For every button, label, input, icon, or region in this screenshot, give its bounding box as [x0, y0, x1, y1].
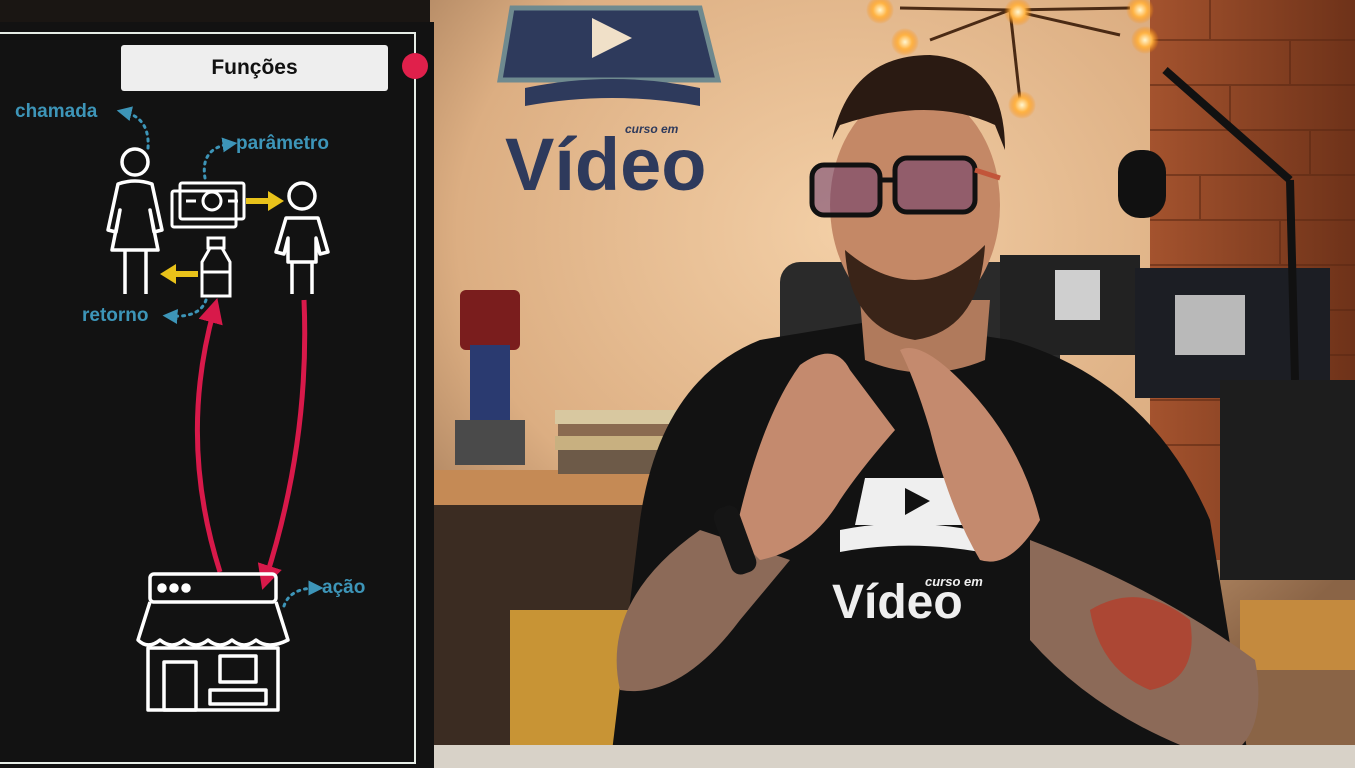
store-icon	[136, 572, 290, 712]
label-chamada: chamada	[15, 101, 98, 122]
acao-arrow	[282, 580, 324, 608]
woman-icon	[106, 147, 164, 294]
chamada-arrow	[116, 106, 150, 150]
child-icon	[274, 181, 330, 294]
retorno-arrow	[162, 298, 208, 324]
yellow-arrow-right	[246, 191, 284, 211]
milk-bottle-icon	[200, 236, 232, 298]
yellow-arrow-left	[160, 264, 198, 284]
parametro-arrow	[202, 137, 238, 180]
label-acao: ação	[322, 577, 366, 598]
red-arrow-up	[194, 297, 223, 573]
label-parametro: parâmetro	[236, 133, 329, 154]
svg-text:Vídeo: Vídeo	[832, 576, 963, 629]
red-arrow-down	[257, 299, 308, 590]
money-bill-icon	[170, 181, 246, 229]
svg-text:Vídeo: Vídeo	[505, 123, 706, 206]
label-retorno: retorno	[82, 305, 149, 326]
